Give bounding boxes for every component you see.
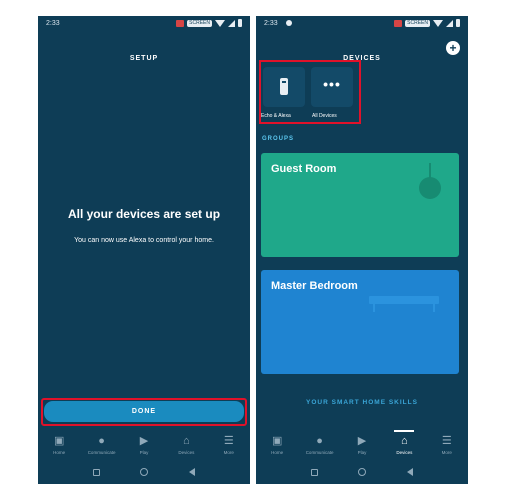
- screen-record-icon: SCREEN: [187, 19, 212, 27]
- setup-complete-heading: All your devices are set up: [67, 207, 221, 221]
- battery-icon: [238, 19, 242, 27]
- status-time: 2:33: [46, 20, 60, 27]
- signal-icon: [446, 19, 453, 27]
- group-card-guest-room[interactable]: Guest Room: [261, 153, 459, 257]
- devices-house-icon: ⌂: [183, 435, 190, 447]
- nav-more-label: More: [441, 450, 452, 455]
- back-icon[interactable]: [188, 468, 195, 476]
- battery-icon: [456, 19, 460, 27]
- echo-device-icon: [280, 78, 288, 95]
- page-title: SETUP: [129, 55, 159, 62]
- nav-play[interactable]: ▶ Play: [342, 432, 382, 460]
- setup-screen: 2:33 SCREEN SETUP All your devices are s…: [38, 16, 250, 484]
- play-icon: ▶: [139, 435, 149, 447]
- nav-devices[interactable]: ⌂ Devices: [384, 430, 424, 460]
- status-bar: 2:33 SCREEN: [256, 16, 468, 32]
- wifi-icon: [433, 19, 443, 27]
- nav-communicate-label: Communicate: [87, 450, 116, 455]
- bottom-nav: ▣ Home ● Communicate ▶ Play ⌂ Devices ☰ …: [38, 432, 250, 460]
- bed-leg: [373, 304, 375, 312]
- back-icon[interactable]: [406, 468, 413, 476]
- nav-home-label: Home: [53, 450, 66, 455]
- record-dot-icon: [286, 20, 292, 26]
- devices-screen: 2:33 SCREEN DEVICES + ••• Echo & Alexa A…: [256, 16, 468, 484]
- echo-alexa-label: Echo & Alexa: [261, 113, 291, 119]
- nav-devices-label: Devices: [396, 450, 413, 455]
- setup-complete-subtext: You can now use Alexa to control your ho…: [74, 237, 214, 244]
- group-name: Guest Room: [271, 163, 337, 175]
- signal-icon: [228, 19, 235, 27]
- menu-icon: ☰: [223, 435, 234, 447]
- nav-play[interactable]: ▶ Play: [124, 432, 164, 460]
- all-devices-label: All Devices: [312, 113, 337, 119]
- recents-icon[interactable]: [93, 468, 101, 476]
- home-icon: ▣: [271, 435, 283, 447]
- group-name: Master Bedroom: [271, 280, 358, 292]
- nav-more-label: More: [223, 450, 234, 455]
- nav-play-label: Play: [139, 450, 149, 455]
- status-bar: 2:33 SCREEN: [38, 16, 250, 32]
- nav-home-label: Home: [271, 450, 284, 455]
- nav-communicate-label: Communicate: [305, 450, 334, 455]
- play-icon: ▶: [357, 435, 367, 447]
- smart-home-skills-link[interactable]: YOUR SMART HOME SKILLS: [256, 399, 468, 406]
- group-card-master-bedroom[interactable]: Master Bedroom: [261, 270, 459, 374]
- home-circle-icon[interactable]: [140, 468, 149, 476]
- gallery-notification-icon: [176, 19, 185, 27]
- nav-devices-label: Devices: [178, 450, 195, 455]
- screen-record-icon: SCREEN: [405, 19, 430, 27]
- nav-home[interactable]: ▣ Home: [39, 432, 79, 460]
- groups-heading: GROUPS: [262, 136, 295, 142]
- all-devices-tile[interactable]: •••: [311, 67, 353, 107]
- nav-devices[interactable]: ⌂ Devices: [166, 432, 206, 460]
- system-nav-bar: [256, 462, 468, 482]
- nav-more[interactable]: ☰ More: [427, 432, 467, 460]
- nav-home[interactable]: ▣ Home: [257, 432, 297, 460]
- gallery-notification-icon: [394, 19, 403, 27]
- chat-icon: ●: [316, 435, 323, 447]
- recents-icon[interactable]: [311, 468, 319, 476]
- done-button[interactable]: DONE: [44, 401, 244, 422]
- plant-illustration-icon: [419, 177, 441, 199]
- status-icons: SCREEN: [394, 19, 460, 27]
- echo-alexa-tile[interactable]: [263, 67, 305, 107]
- nav-communicate[interactable]: ● Communicate: [300, 432, 340, 460]
- bed-leg: [433, 304, 435, 312]
- devices-house-icon: ⌂: [401, 435, 408, 447]
- system-nav-bar: [38, 462, 250, 482]
- add-device-button[interactable]: +: [446, 41, 460, 55]
- more-dots-icon: •••: [323, 76, 341, 92]
- status-time: 2:33: [264, 20, 278, 27]
- nav-more[interactable]: ☰ More: [209, 432, 249, 460]
- bed-illustration-icon: [369, 296, 439, 304]
- nav-play-label: Play: [357, 450, 367, 455]
- chat-icon: ●: [98, 435, 105, 447]
- nav-communicate[interactable]: ● Communicate: [82, 432, 122, 460]
- wifi-icon: [215, 19, 225, 27]
- menu-icon: ☰: [441, 435, 452, 447]
- bottom-nav: ▣ Home ● Communicate ▶ Play ⌂ Devices ☰ …: [256, 430, 468, 460]
- home-icon: ▣: [53, 435, 65, 447]
- home-circle-icon[interactable]: [358, 468, 367, 476]
- status-icons: SCREEN: [176, 19, 242, 27]
